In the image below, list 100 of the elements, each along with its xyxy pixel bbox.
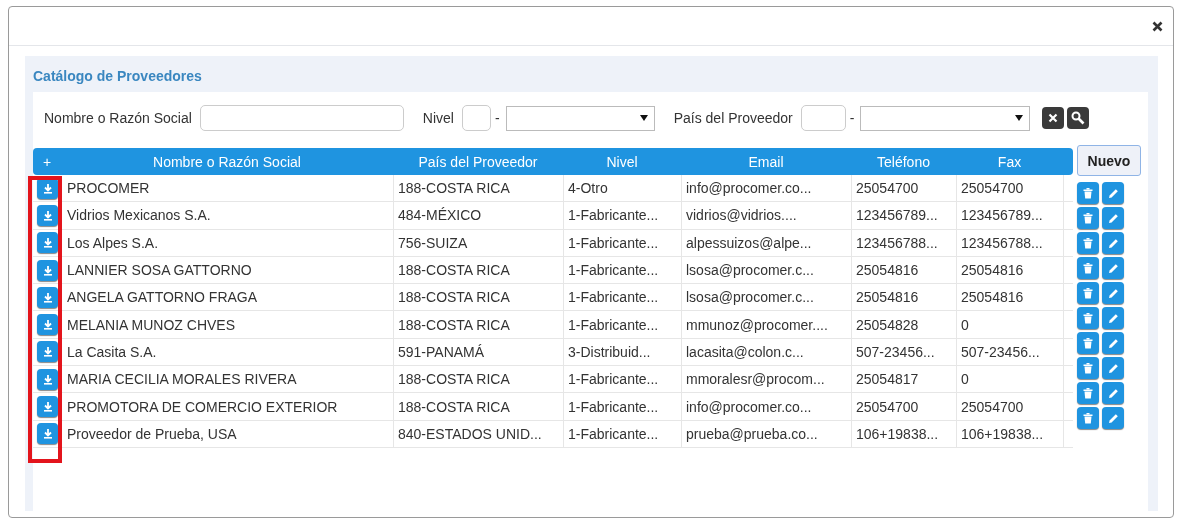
trash-icon xyxy=(1083,387,1093,399)
delete-button[interactable] xyxy=(1077,407,1099,429)
pencil-icon xyxy=(1107,387,1119,399)
table-cell-text: ANGELA GATTORNO FRAGA xyxy=(66,288,259,308)
column-header: Nivel xyxy=(605,153,639,170)
download-button[interactable] xyxy=(37,368,58,390)
download-button[interactable] xyxy=(37,259,58,281)
edit-button[interactable] xyxy=(1102,257,1124,279)
table-cell: 1-Fabricante... xyxy=(563,366,681,393)
table-cell: 25054700 xyxy=(851,393,956,420)
trash-icon xyxy=(1083,287,1093,299)
caret-icon xyxy=(639,115,648,121)
filter-label: País del Proveedor xyxy=(673,110,793,126)
trash-icon xyxy=(1083,187,1093,199)
table-cell: mmoralesr@procom... xyxy=(681,366,851,393)
table-cell: 25054828 xyxy=(851,311,956,338)
name-field[interactable] xyxy=(199,105,404,131)
download-button[interactable] xyxy=(37,341,58,363)
column-header: Nombre o Razón Social xyxy=(152,153,302,170)
table-cell: lsosa@procomer.c... xyxy=(681,284,851,311)
download-button[interactable] xyxy=(37,314,58,336)
close-icon[interactable] xyxy=(1152,20,1163,32)
table-cell: 188-COSTA RICA xyxy=(393,393,563,420)
table-cell: 188-COSTA RICA xyxy=(393,311,563,338)
table-cell-text: MELANIA MUNOZ CHVES xyxy=(66,315,237,335)
table-cell: 25054700 xyxy=(851,175,956,202)
table-cell: vidrios@vidrios.... xyxy=(681,202,851,229)
table-cell: info@procomer.co... xyxy=(681,175,851,202)
table-cell: 1-Fabricante... xyxy=(563,202,681,229)
clear-button[interactable] xyxy=(1042,107,1065,129)
table-cell: 1-Fabricante... xyxy=(563,229,681,256)
delete-button[interactable] xyxy=(1077,182,1099,204)
column-header: País del Proveedor xyxy=(417,153,539,170)
table-cell: 1-Fabricante... xyxy=(563,420,681,447)
search-button[interactable] xyxy=(1067,107,1090,129)
country-code-field[interactable] xyxy=(800,105,846,131)
delete-button[interactable] xyxy=(1077,382,1099,404)
table-cell: 507-23456... xyxy=(851,338,956,366)
trash-icon xyxy=(1083,412,1093,424)
column-header: Teléfono xyxy=(876,153,931,170)
country-dropdown[interactable] xyxy=(860,105,1031,131)
table-cell: 106+19838... xyxy=(956,420,1063,447)
table-cell: 756-SUIZA xyxy=(393,229,563,256)
edit-button[interactable] xyxy=(1102,307,1124,329)
table-cell: 840-ESTADOS UNID... xyxy=(393,420,563,447)
separator-text: - xyxy=(849,110,855,126)
filter-label: Nivel xyxy=(422,110,454,126)
delete-button[interactable] xyxy=(1077,332,1099,354)
search-icon xyxy=(1071,111,1086,125)
delete-button[interactable] xyxy=(1077,307,1099,329)
download-button[interactable] xyxy=(37,423,58,445)
table-cell-text: LANNIER SOSA GATTORNO xyxy=(66,261,253,281)
table-cell: 123456788... xyxy=(851,229,956,256)
download-button[interactable] xyxy=(37,204,58,226)
edit-button[interactable] xyxy=(1102,407,1124,429)
download-icon xyxy=(42,209,53,221)
trash-icon xyxy=(1083,337,1093,349)
trash-icon xyxy=(1083,212,1093,224)
delete-button[interactable] xyxy=(1077,357,1099,379)
edit-button[interactable] xyxy=(1102,232,1124,254)
table-cell: 25054816 xyxy=(956,256,1063,284)
edit-button[interactable] xyxy=(1102,182,1124,204)
download-icon xyxy=(42,346,53,358)
table-cell: 123456789... xyxy=(851,202,956,229)
edit-button[interactable] xyxy=(1102,207,1124,229)
level-dropdown[interactable] xyxy=(505,105,655,131)
table-cell: 106+19838... xyxy=(851,420,956,447)
download-button[interactable] xyxy=(37,286,58,308)
table-cell-text: Vidrios Mexicanos S.A. xyxy=(66,206,212,226)
pencil-icon xyxy=(1107,262,1119,274)
delete-button[interactable] xyxy=(1077,207,1099,229)
edit-button[interactable] xyxy=(1102,282,1124,304)
table-cell-text: MARIA CECILIA MORALES RIVERA xyxy=(66,370,298,390)
pencil-icon xyxy=(1107,337,1119,349)
trash-icon xyxy=(1083,237,1093,249)
separator-text: - xyxy=(495,110,500,126)
table-cell: 1-Fabricante... xyxy=(563,311,681,338)
table-cell: prueba@prueba.co... xyxy=(681,420,851,447)
table-cell: 1-Fabricante... xyxy=(563,256,681,284)
close-icon xyxy=(1048,113,1059,123)
edit-button[interactable] xyxy=(1102,382,1124,404)
pencil-icon xyxy=(1107,237,1119,249)
download-icon xyxy=(42,237,53,249)
delete-button[interactable] xyxy=(1077,282,1099,304)
download-button[interactable] xyxy=(37,232,58,254)
delete-button[interactable] xyxy=(1077,257,1099,279)
delete-button[interactable] xyxy=(1077,232,1099,254)
table-cell: 1-Fabricante... xyxy=(563,284,681,311)
edit-button[interactable] xyxy=(1102,332,1124,354)
level-code-field[interactable] xyxy=(462,105,491,131)
table-cell: mmunoz@procomer.... xyxy=(681,311,851,338)
edit-button[interactable] xyxy=(1102,357,1124,379)
table-cell: 3-Distribuid... xyxy=(563,338,681,366)
table-cell-text: Proveedor de Prueba, USA xyxy=(66,424,238,444)
table-cell-text: PROMOTORA DE COMERCIO EXTERIOR xyxy=(66,397,339,417)
new-button[interactable]: Nuevo xyxy=(1077,145,1141,176)
download-button[interactable] xyxy=(37,396,58,417)
pencil-icon xyxy=(1107,412,1119,424)
trash-icon xyxy=(1083,362,1093,374)
column-header: Email xyxy=(747,153,785,170)
